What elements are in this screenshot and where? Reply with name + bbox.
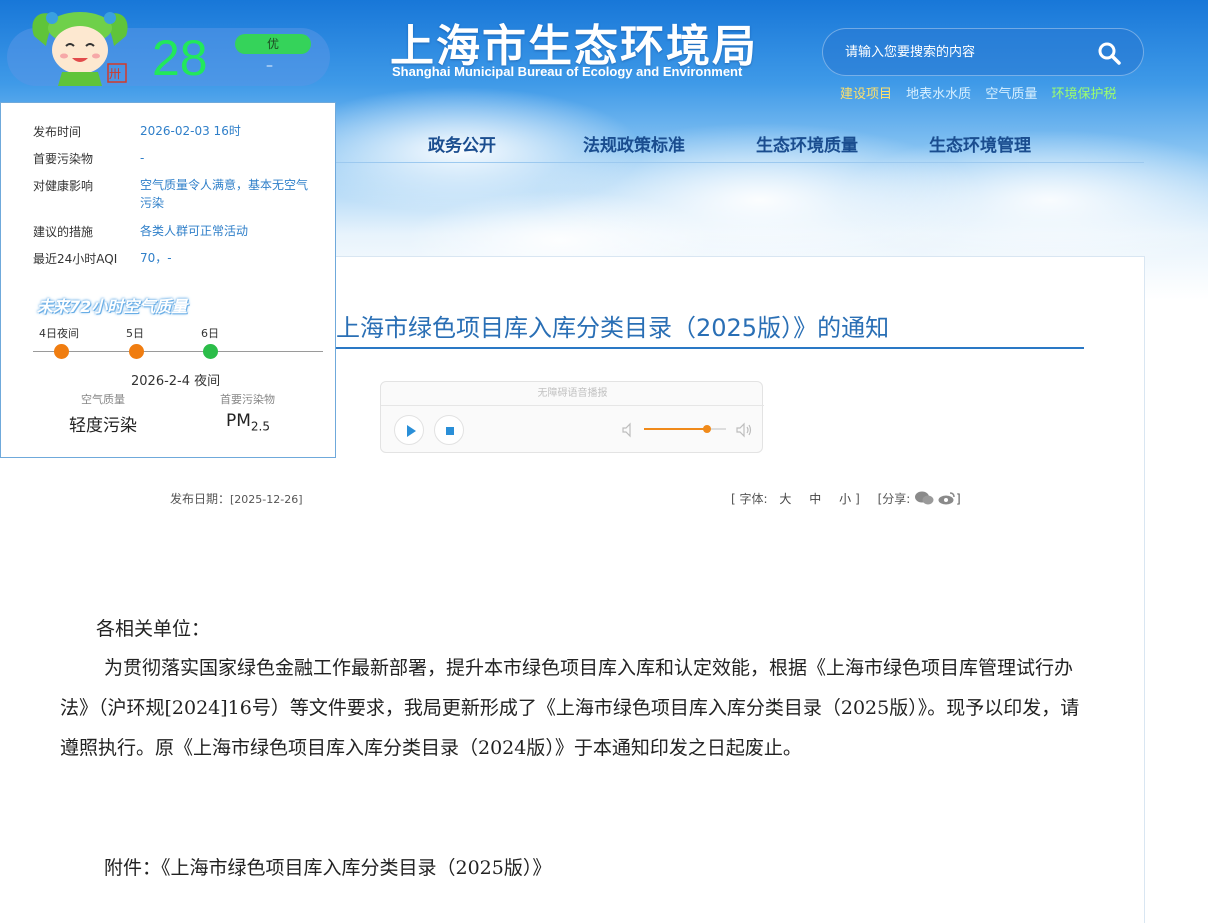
volume-slider-fill: [644, 428, 706, 430]
article-tools: [ 字体: 大 中 小] [分享: ]: [731, 490, 961, 507]
info-value-advice: 各类人群可正常活动: [140, 224, 249, 238]
nav-divider: [336, 162, 1144, 163]
quick-link-water-quality[interactable]: 地表水水质: [906, 87, 971, 102]
article-attachment-link[interactable]: 附件：《上海市绿色项目库入库分类目录（2025版）》: [60, 848, 1085, 888]
info-value-pollutant: -: [140, 151, 145, 165]
info-label-health: 对健康影响: [33, 179, 94, 193]
volume-slider-handle[interactable]: [703, 425, 711, 433]
share-close: ]: [955, 492, 961, 506]
forecast-date: 2026-2-4 夜间: [131, 374, 221, 389]
quick-link-env-tax[interactable]: 环境保护税: [1051, 87, 1116, 102]
volume-low-icon[interactable]: [621, 422, 635, 438]
publish-info: 发布日期：[2025-12-26]: [170, 490, 303, 507]
search-bar: [822, 28, 1144, 76]
timeline-label-3[interactable]: 6日: [201, 325, 219, 341]
article-container: [336, 256, 1145, 923]
stop-button[interactable]: [434, 415, 464, 445]
info-label-publish-time: 发布时间: [33, 125, 82, 139]
share-label: [分享:: [877, 492, 911, 506]
info-value-aqi24: 70，-: [140, 251, 172, 265]
article-salutation: 各相关单位：: [96, 618, 211, 640]
pollutant-sub: 2.5: [250, 419, 271, 434]
font-size-small[interactable]: 小: [839, 492, 851, 506]
timeline-dot-2[interactable]: [129, 344, 144, 359]
stop-icon: [446, 427, 454, 435]
forecast-timeline: [33, 351, 323, 352]
quick-link-construction[interactable]: 建设项目: [840, 87, 892, 102]
info-label-pollutant: 首要污染物: [33, 152, 94, 166]
nav-regulations[interactable]: 法规政策标准: [583, 131, 685, 156]
wechat-icon[interactable]: [914, 491, 934, 505]
info-value-health: 空气质量令人满意，基本无空气污染: [140, 178, 309, 210]
timeline-dot-1[interactable]: [54, 344, 69, 359]
forecast-aq-value: 轻度污染: [69, 416, 137, 436]
info-label-aqi24: 最近24小时AQI: [33, 252, 118, 266]
forecast-pollutant-value: PM2.5: [226, 411, 270, 433]
article-paragraph: 为贯彻落实国家绿色金融工作最新部署，提升本市绿色项目库入库和认定效能，根据《上海…: [60, 657, 1080, 759]
timeline-label-2[interactable]: 5日: [126, 325, 144, 341]
play-button[interactable]: [394, 415, 424, 445]
quick-links: 建设项目 地表水水质 空气质量 环境保护税: [840, 83, 1126, 102]
search-input[interactable]: [845, 39, 1095, 65]
forecast-aq-label: 空气质量: [81, 393, 125, 406]
article-title: 上海市绿色项目库入库分类目录（2025版）》的通知: [336, 314, 890, 342]
nav-government-affairs[interactable]: 政务公开: [428, 131, 496, 156]
aqi-level-badge: 优: [235, 34, 311, 54]
site-logo-en[interactable]: Shanghai Municipal Bureau of Ecology and…: [392, 64, 742, 79]
font-size-close: ]: [855, 492, 860, 506]
info-value-publish-time: 2026-02-03 16时: [140, 124, 241, 138]
publish-date: [2025-12-26]: [230, 493, 303, 506]
play-icon: [407, 425, 416, 437]
volume-high-icon[interactable]: [735, 422, 753, 438]
font-size-large[interactable]: 大: [779, 492, 791, 506]
nav-environment-management[interactable]: 生态环境管理: [929, 131, 1031, 156]
publish-label: 发布日期：: [170, 492, 231, 506]
forecast-title: 未来72小时空气质量: [37, 297, 188, 316]
air-quality-popup: 发布时间 2026-02-03 16时 首要污染物 - 对健康影响 空气质量令人…: [0, 102, 336, 458]
title-underline: [336, 347, 1084, 349]
audio-player: 无障碍语音播报: [380, 381, 764, 453]
player-caption: 无障碍语音播报: [381, 382, 764, 406]
timeline-dot-3[interactable]: [203, 344, 218, 359]
weibo-icon[interactable]: [938, 491, 956, 505]
aqi-value: 28: [152, 30, 208, 86]
pollutant-main: PM: [226, 411, 251, 431]
font-size-label: [ 字体:: [731, 492, 768, 506]
timeline-label-1[interactable]: 4日夜间: [39, 325, 79, 341]
nav-environment-quality[interactable]: 生态环境质量: [756, 131, 858, 156]
mascot-seal: 卅: [109, 67, 122, 81]
info-label-advice: 建议的措施: [33, 225, 94, 239]
aqi-pollutant-short: –: [266, 58, 273, 74]
quick-link-air-quality[interactable]: 空气质量: [985, 87, 1037, 102]
search-icon[interactable]: [1095, 39, 1123, 67]
font-size-medium[interactable]: 中: [809, 492, 821, 506]
forecast-pollutant-label: 首要污染物: [220, 393, 275, 406]
